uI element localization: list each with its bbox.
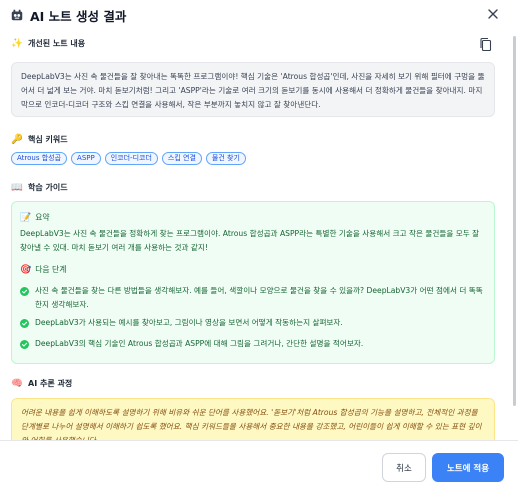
dialog-footer: 취소 노트에 적용	[0, 440, 518, 488]
keywords-heading: 🔑 핵심 키워드	[11, 134, 68, 145]
sparkles-icon: ✨	[11, 38, 23, 49]
list-item: DeepLabV3의 핵심 기술인 Atrous 합성곱과 ASPP에 대해 그…	[20, 337, 486, 351]
check-circle-icon	[20, 319, 29, 328]
apply-to-note-button[interactable]: 노트에 적용	[432, 453, 504, 482]
reasoning-title: AI 추론 과정	[28, 379, 73, 388]
cancel-button[interactable]: 취소	[382, 453, 426, 482]
summary-text: DeepLabV3는 사진 속 물건들을 정확하게 찾는 프로그램이야. Atr…	[20, 229, 480, 252]
learning-guide-box: 📝 요약 DeepLabV3는 사진 속 물건들을 정확하게 찾는 프로그램이야…	[11, 201, 495, 364]
next-steps-heading: 🎯 다음 단계	[20, 264, 66, 275]
key-icon: 🔑	[11, 134, 23, 145]
keyword-list: Atrous 합성곱 ASPP 인코더-디코더 스킵 연결 물건 찾기	[11, 152, 246, 165]
target-icon: 🎯	[20, 264, 32, 275]
step-text: 사진 속 물건들을 찾는 다른 방법들을 생각해보자. 예를 들어, 색깔이나 …	[35, 286, 483, 309]
improved-note-content: DeepLabV3는 사진 속 물건들을 잘 찾아내는 똑똑한 프로그램이야! …	[11, 62, 495, 117]
list-item: 사진 속 물건들을 찾는 다른 방법들을 생각해보자. 예를 들어, 색깔이나 …	[20, 284, 486, 312]
dialog-title: AI 노트 생성 결과	[30, 8, 127, 24]
check-circle-icon	[20, 287, 29, 296]
dialog-header: AI 노트 생성 결과	[0, 0, 518, 30]
keyword-chip: 인코더-디코더	[104, 152, 158, 165]
scrollbar[interactable]	[513, 36, 516, 406]
keyword-chip: 스킵 연결	[161, 152, 202, 165]
keywords-title: 핵심 키워드	[28, 135, 68, 144]
learning-guide-title: 학습 가이드	[28, 183, 68, 192]
learning-guide-heading: 📖 학습 가이드	[11, 182, 68, 193]
summary-label: 요약	[35, 213, 50, 222]
step-text: DeepLabV3가 사용되는 예시를 찾아보고, 그림이나 영상을 보면서 어…	[35, 318, 343, 327]
check-circle-icon	[20, 340, 29, 349]
improved-note-title: 개선된 노트 내용	[28, 39, 86, 48]
next-steps-label: 다음 단계	[35, 265, 67, 274]
list-item: DeepLabV3가 사용되는 예시를 찾아보고, 그림이나 영상을 보면서 어…	[20, 316, 486, 330]
keyword-chip: ASPP	[71, 152, 101, 165]
improved-note-heading: ✨ 개선된 노트 내용	[11, 38, 85, 49]
memo-icon: 📝	[20, 212, 32, 223]
close-icon[interactable]	[486, 7, 500, 21]
book-icon: 📖	[11, 182, 23, 193]
summary-heading: 📝 요약	[20, 212, 50, 223]
keyword-chip: Atrous 합성곱	[11, 152, 68, 165]
brain-icon: 🧠	[11, 378, 23, 389]
keyword-chip: 물건 찾기	[205, 152, 246, 165]
step-text: DeepLabV3의 핵심 기술인 Atrous 합성곱과 ASPP에 대해 그…	[35, 339, 364, 348]
reasoning-heading: 🧠 AI 추론 과정	[11, 378, 72, 389]
robot-icon	[11, 9, 23, 21]
copy-icon[interactable]	[479, 37, 492, 52]
